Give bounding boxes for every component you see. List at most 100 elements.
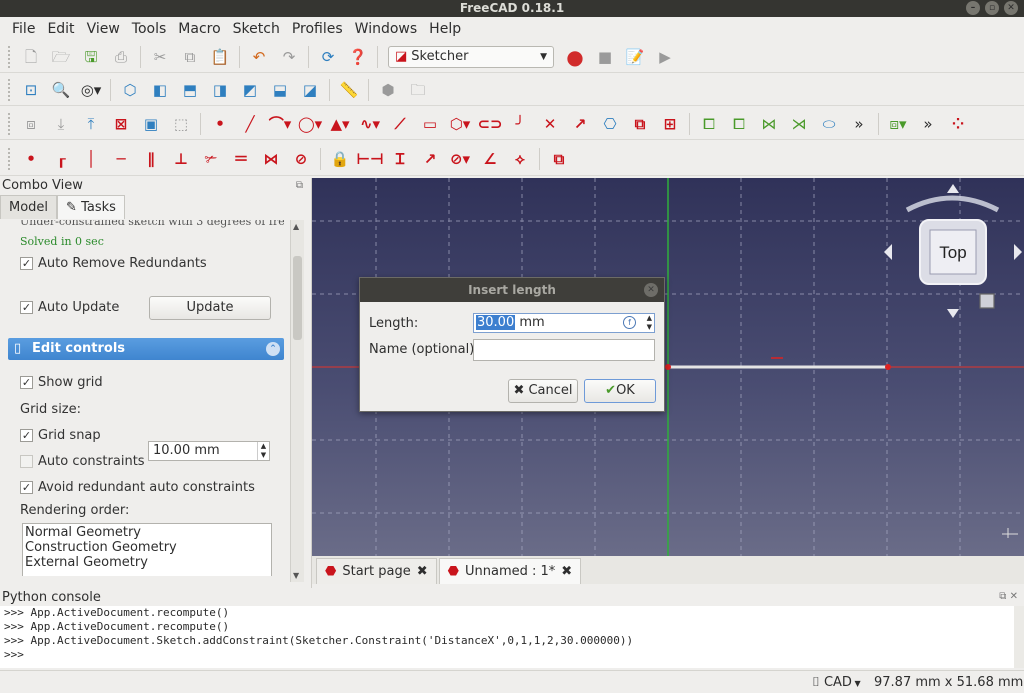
symmetry-icon[interactable]: ⋊ <box>788 113 810 135</box>
menu-profiles[interactable]: Profiles <box>286 21 349 37</box>
console-scrollbar[interactable] <box>1014 606 1024 668</box>
rear-view-icon[interactable]: ◩ <box>239 79 261 101</box>
select-elements-icon[interactable]: ⧠ <box>728 113 750 135</box>
clone-icon[interactable]: ⧈▾ <box>887 113 909 135</box>
minimize-icon[interactable]: – <box>966 1 980 15</box>
reorient-sketch-icon[interactable]: ⬚ <box>170 113 192 135</box>
show-hide-icon[interactable]: ⋈ <box>758 113 780 135</box>
menu-tools[interactable]: Tools <box>126 21 173 37</box>
close-tab-icon[interactable]: ✖ <box>561 564 572 579</box>
tab-start-page[interactable]: ⬣ Start page ✖ <box>316 558 437 584</box>
constrain-lock-icon[interactable]: 🔒 <box>329 148 351 170</box>
menu-macro[interactable]: Macro <box>172 21 226 37</box>
scrollbar-thumb[interactable] <box>293 256 302 340</box>
save-icon[interactable]: 🖫 <box>80 46 102 68</box>
rendering-order-list[interactable]: Normal Geometry Construction Geometry Ex… <box>22 523 272 576</box>
spin-arrows-icon[interactable]: ▲ ▼ <box>257 442 269 460</box>
line-start-point[interactable] <box>665 364 671 370</box>
more-tools-icon[interactable]: » <box>848 113 870 135</box>
open-file-icon[interactable]: 🗁 <box>50 46 72 68</box>
menu-view[interactable]: View <box>81 21 126 37</box>
view-sketch-icon[interactable]: ⊠ <box>110 113 132 135</box>
fit-selection-icon[interactable]: 🔍 <box>50 79 72 101</box>
polygon-icon[interactable]: ⬡▾ <box>449 113 471 135</box>
close-icon[interactable]: ✕ <box>1004 1 1018 15</box>
print-icon[interactable]: ⎙ <box>110 46 132 68</box>
record-macro-icon[interactable]: ● <box>564 46 586 68</box>
bspline-tools-icon[interactable]: ⁘ <box>947 113 969 135</box>
list-item[interactable]: Construction Geometry <box>25 540 269 555</box>
macro-edit-icon[interactable]: 📝 <box>624 46 646 68</box>
tab-tasks[interactable]: ✎ Tasks <box>57 195 125 219</box>
constrain-horizontal-icon[interactable]: ─ <box>110 148 132 170</box>
navigation-style[interactable]: ⌷ CAD ▼ <box>812 675 861 690</box>
undo-icon[interactable]: ↶ <box>248 46 270 68</box>
grid-snap-checkbox[interactable]: ✓ Grid snap <box>20 428 101 443</box>
leave-sketch-icon[interactable]: ⤒ <box>80 113 102 135</box>
whats-this-icon[interactable]: ❓ <box>347 46 369 68</box>
maximize-icon[interactable]: ▫ <box>985 1 999 15</box>
right-view-icon[interactable]: ◨ <box>209 79 231 101</box>
draw-style-icon[interactable]: ◎▾ <box>80 79 102 101</box>
construction-mode-icon[interactable]: ⊞ <box>659 113 681 135</box>
validate-sketch-icon[interactable]: ⬭ <box>818 113 840 135</box>
point-icon[interactable]: • <box>209 113 231 135</box>
edit-sketch-icon[interactable]: ⤓ <box>50 113 72 135</box>
arc-icon[interactable]: ⌒▾ <box>269 113 292 135</box>
auto-remove-redundants-checkbox[interactable]: ✓ Auto Remove Redundants <box>20 256 207 271</box>
length-input[interactable]: 30.00 mm f ▲ ▼ <box>473 313 655 333</box>
grid-size-spinbox[interactable]: 10.00 mm ▲ ▼ <box>148 441 270 461</box>
console-output[interactable]: >>> App.ActiveDocument.recompute() >>> A… <box>0 606 1014 668</box>
navcube-face-label[interactable]: Top <box>939 243 966 262</box>
front-view-icon[interactable]: ◧ <box>149 79 171 101</box>
spin-arrows-icon[interactable]: ▲ ▼ <box>647 314 652 332</box>
group-icon[interactable]: 🗀 <box>407 79 429 101</box>
polyline-icon[interactable]: ⟋ <box>389 113 411 135</box>
constrain-snell-icon[interactable]: ⟡ <box>509 148 531 170</box>
constrain-block-icon[interactable]: ⊘ <box>290 148 312 170</box>
workbench-selector[interactable]: ◪ Sketcher ▼ <box>388 45 554 68</box>
menu-help[interactable]: Help <box>423 21 467 37</box>
scroll-up-icon[interactable]: ▲ <box>293 222 299 231</box>
map-sketch-icon[interactable]: ▣ <box>140 113 162 135</box>
constrain-symmetric-icon[interactable]: ⋈ <box>260 148 282 170</box>
constrain-perpendicular-icon[interactable]: ⊥ <box>170 148 192 170</box>
list-item[interactable]: Normal Geometry <box>25 525 269 540</box>
line-end-point[interactable] <box>885 364 891 370</box>
tab-unnamed[interactable]: ⬣ Unnamed : 1* ✖ <box>438 558 582 584</box>
line-icon[interactable]: ╱ <box>239 113 261 135</box>
auto-constraints-checkbox[interactable]: Auto constraints <box>20 454 145 469</box>
constrain-angle-icon[interactable]: ∠ <box>479 148 501 170</box>
part-icon[interactable]: ⬢ <box>377 79 399 101</box>
toggle-driving-icon[interactable]: ⧉ <box>548 148 570 170</box>
constrain-tangent-icon[interactable]: ✃ <box>200 148 222 170</box>
new-file-icon[interactable]: 🗋 <box>20 46 42 68</box>
constrain-vertical-distance-icon[interactable]: Ɪ <box>389 148 411 170</box>
constrain-distance-icon[interactable]: ↗ <box>419 148 441 170</box>
list-item[interactable]: External Geometry <box>25 555 269 570</box>
fillet-icon[interactable]: ╯ <box>509 113 531 135</box>
top-view-icon[interactable]: ⬒ <box>179 79 201 101</box>
constrain-point-on-object-icon[interactable]: ┎ <box>50 148 72 170</box>
close-tab-icon[interactable]: ✖ <box>417 564 428 579</box>
fit-all-icon[interactable]: ⊡ <box>20 79 42 101</box>
more-tools-2-icon[interactable]: » <box>917 113 939 135</box>
bspline-icon[interactable]: ∿▾ <box>359 113 381 135</box>
name-input[interactable] <box>473 339 655 361</box>
rectangle-icon[interactable]: ▭ <box>419 113 441 135</box>
run-macro-icon[interactable]: ▶ <box>654 46 676 68</box>
task-panel-scrollbar[interactable]: ▲ ▼ <box>290 220 304 582</box>
constrain-radius-icon[interactable]: ⊘▾ <box>449 148 471 170</box>
cut-icon[interactable]: ✂ <box>149 46 171 68</box>
isometric-view-icon[interactable]: ⬡ <box>119 79 141 101</box>
expression-icon[interactable]: f <box>623 316 636 329</box>
console-dock-icons[interactable]: ⧉ ✕ <box>999 591 1018 602</box>
menu-edit[interactable]: Edit <box>41 21 80 37</box>
trim-icon[interactable]: ✕ <box>539 113 561 135</box>
constrain-vertical-icon[interactable]: │ <box>80 148 102 170</box>
undock-icon[interactable]: ⧉ <box>296 180 303 191</box>
slot-icon[interactable]: ⊂⊃ <box>477 113 502 135</box>
close-icon[interactable]: ✕ <box>644 283 658 297</box>
collapse-icon[interactable]: ⌃ <box>266 342 280 356</box>
tab-model[interactable]: Model <box>0 195 58 219</box>
